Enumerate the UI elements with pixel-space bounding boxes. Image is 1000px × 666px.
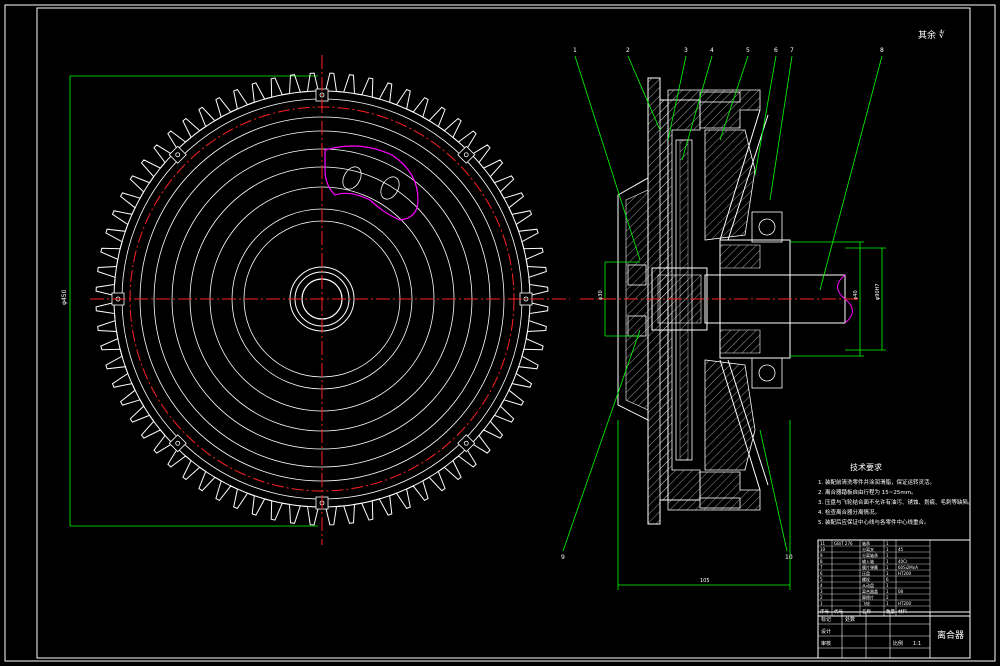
parts-cell: 分离叉 (862, 546, 874, 552)
corner-mark: 其余 ∜ (918, 29, 945, 41)
leader-label: 5 (746, 47, 750, 54)
note-2: 2. 离合器踏板自由行程为 15~25mm。 (818, 488, 917, 496)
note-5: 5. 装配后应保证中心线与各零件中心线重合。 (818, 518, 930, 526)
parts-cell: 分离轴承 (862, 552, 878, 558)
note-3: 3. 压盘与飞轮结合面不允许有油污、锈蚀、划痕、毛刺等缺陷。 (818, 498, 974, 506)
title-label-5: 比例 (893, 640, 903, 647)
leader-label: 6 (774, 47, 778, 54)
note-1: 1. 装配前清洗零件并涂润滑脂，保证运转灵活。 (818, 478, 935, 486)
parts-cell: 输入轴 (862, 558, 874, 564)
note-4: 4. 检查离合器分离情况。 (818, 508, 880, 516)
parts-cell: HT200 (898, 571, 912, 576)
parts-cell: 11 (820, 541, 826, 546)
parts-cell: 从动盘 (862, 582, 874, 588)
parts-cell: HT200 (898, 601, 912, 606)
leader-label: 8 (880, 47, 884, 54)
parts-cell: 45 (898, 547, 904, 552)
leader-label: 2 (626, 47, 630, 54)
section-right-dim-2: φ90H7 (875, 283, 881, 300)
engineering-drawing: 其余 ∜ φ450 φ30 φ40 φ90H7 105 1 2 3 4 5 6 … (0, 0, 1000, 666)
leader-label: 10 (785, 554, 793, 561)
leader-label: 1 (573, 47, 577, 54)
title-label-6: 1:1 (913, 641, 921, 647)
parts-cell: 膜片弹簧 (862, 564, 878, 570)
front-left-dim: φ450 (61, 289, 68, 305)
title-label-2: 处数 (845, 616, 855, 623)
section-bottom-dim: 105 (700, 578, 710, 584)
leader-label: 7 (790, 47, 794, 54)
title-label-4: 审核 (821, 640, 831, 647)
title-label-1: 标记 (821, 616, 831, 623)
parts-cell: 08 (898, 589, 904, 594)
parts-cell: 60Si2MnA (898, 565, 918, 570)
parts-cell: GB/T 276 (834, 541, 853, 546)
notes-title: 技术要求 (850, 462, 882, 472)
parts-cell: 飞轮 (862, 600, 870, 606)
leader-label: 9 (561, 554, 565, 561)
drawing-name: 离合器 (937, 629, 964, 641)
leader-label: 4 (710, 47, 714, 54)
leader-label: 3 (684, 47, 688, 54)
parts-cell: 压盘 (862, 570, 870, 576)
parts-cell: 离合器盖 (862, 588, 878, 594)
parts-cell: 10 (820, 547, 826, 552)
parts-cell: 摩擦片 (862, 594, 874, 600)
parts-cell: 螺栓 (862, 576, 870, 582)
parts-cell: 轴承 (862, 540, 870, 546)
parts-cell: 40Cr (898, 559, 908, 564)
title-label-3: 设计 (821, 628, 831, 635)
